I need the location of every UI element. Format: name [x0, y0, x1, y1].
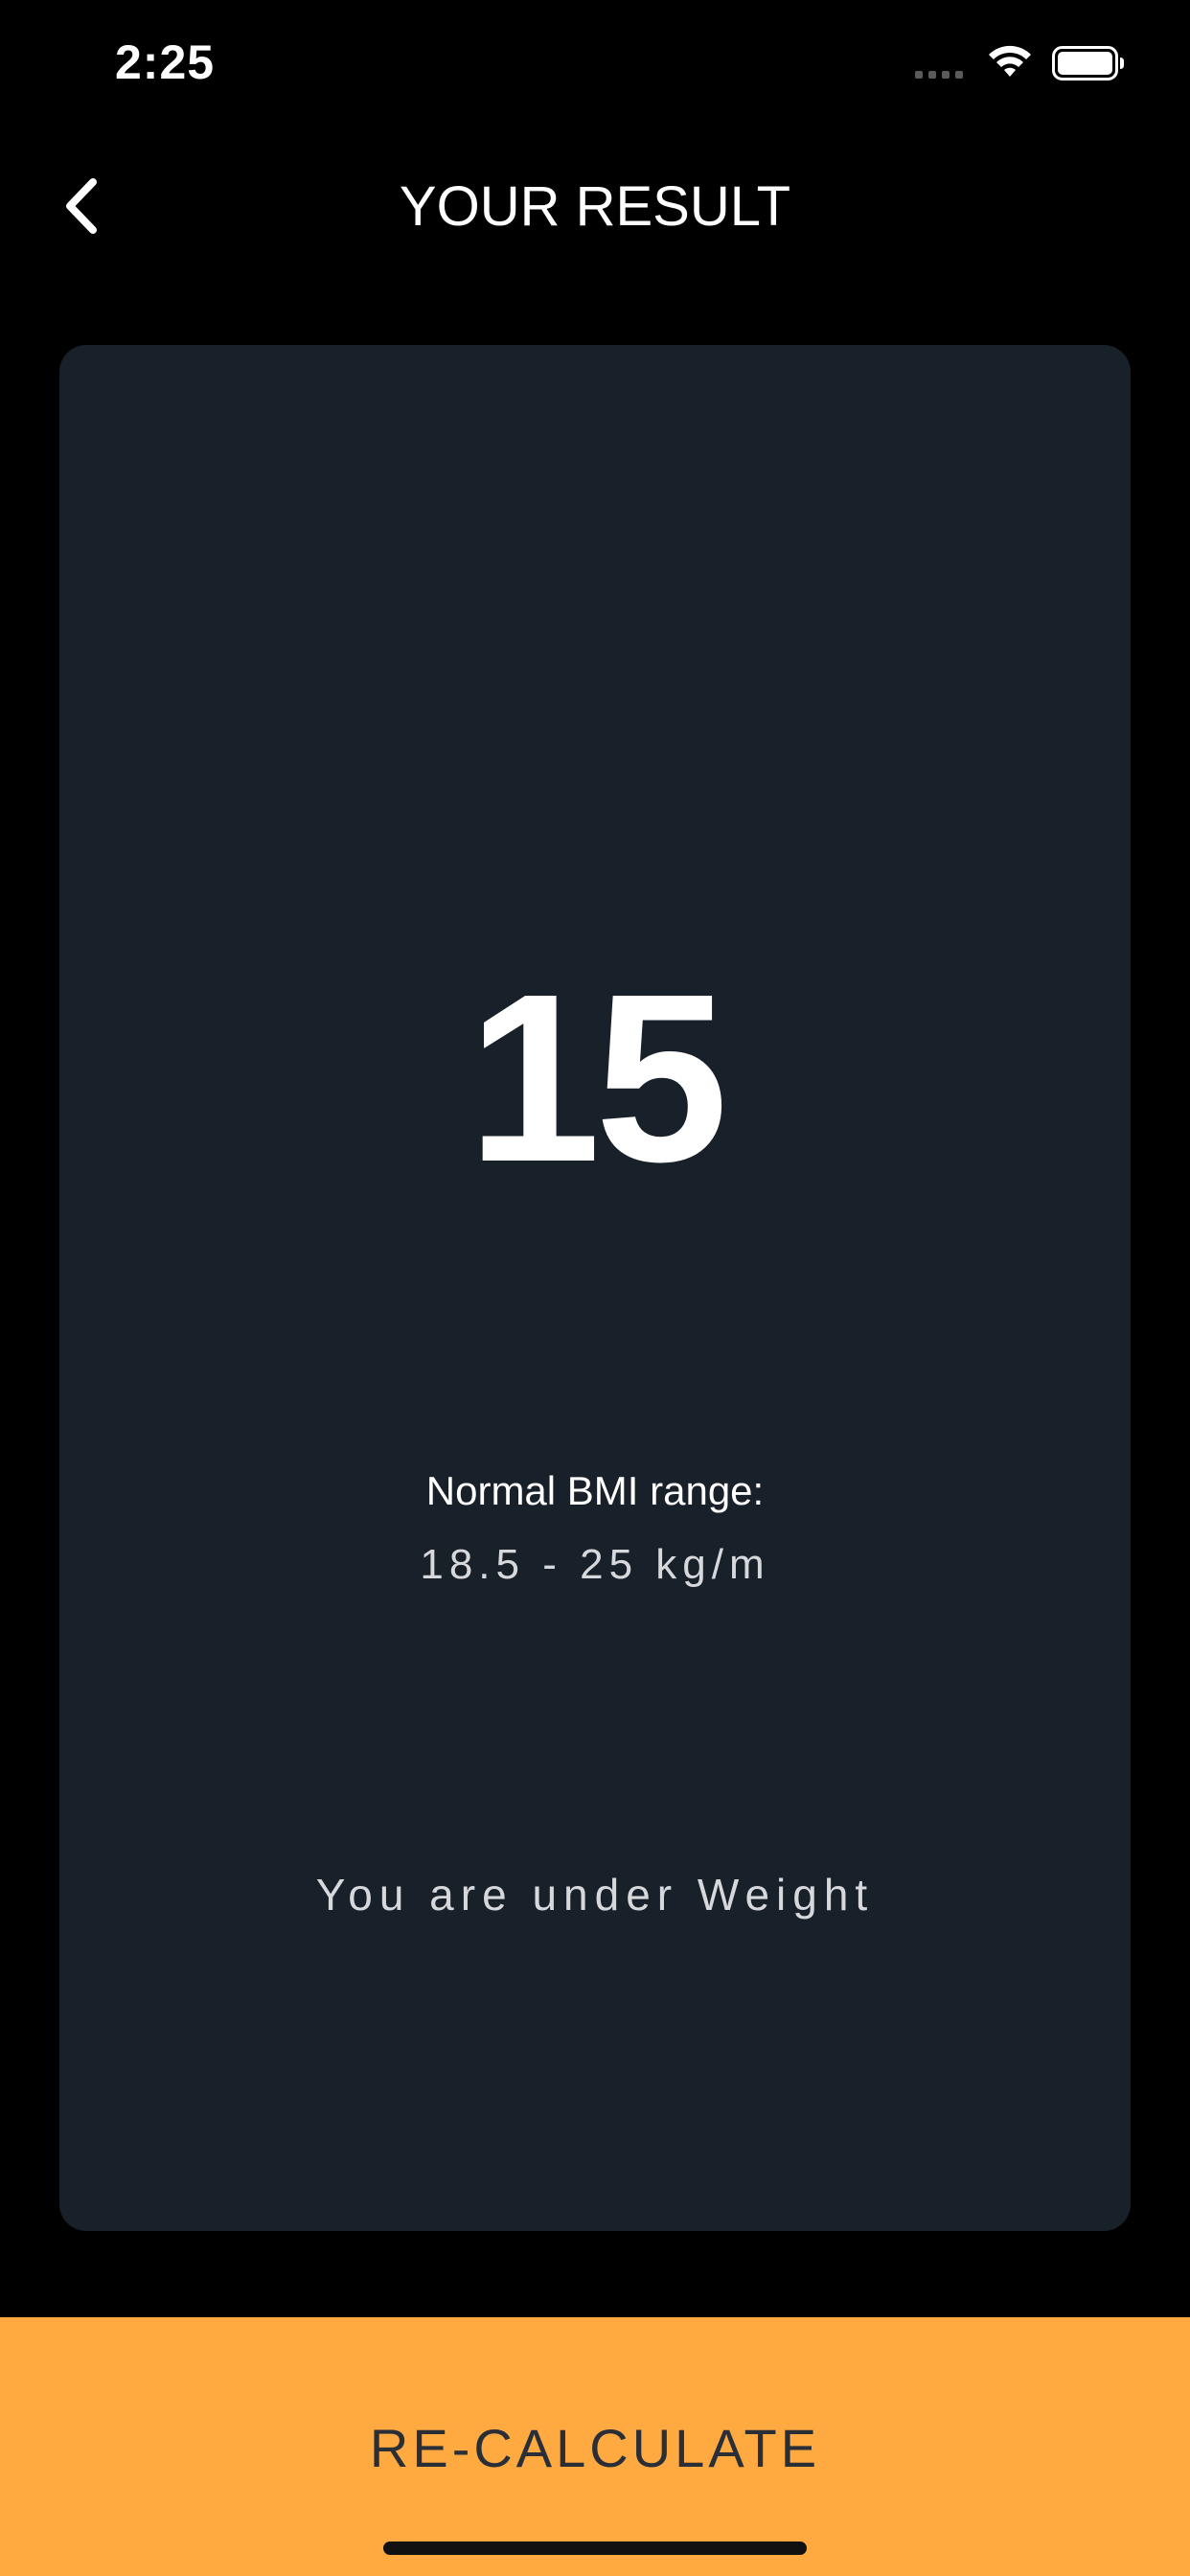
page-title: YOUR RESULT: [399, 175, 791, 238]
status-bar: 2:25: [0, 0, 1190, 126]
normal-range-label: Normal BMI range:: [425, 1468, 765, 1513]
battery-icon: [1052, 46, 1124, 80]
normal-range-value: 18.5 - 25 kg/m: [420, 1541, 770, 1588]
home-indicator[interactable]: [383, 2542, 807, 2555]
status-time: 2:25: [115, 35, 216, 89]
recalculate-label: RE-CALCULATE: [369, 2418, 821, 2478]
recalculate-button[interactable]: RE-CALCULATE: [0, 2317, 1190, 2576]
bmi-value: 15: [467, 944, 728, 1211]
result-message: You are under Weight: [315, 1870, 875, 1920]
result-card: 15 Normal BMI range: 18.5 - 25 kg/m You …: [59, 345, 1131, 2231]
wifi-icon: [989, 45, 1031, 77]
cellular-signal-icon: [915, 71, 963, 79]
navigation-bar: YOUR RESULT: [0, 153, 1190, 259]
